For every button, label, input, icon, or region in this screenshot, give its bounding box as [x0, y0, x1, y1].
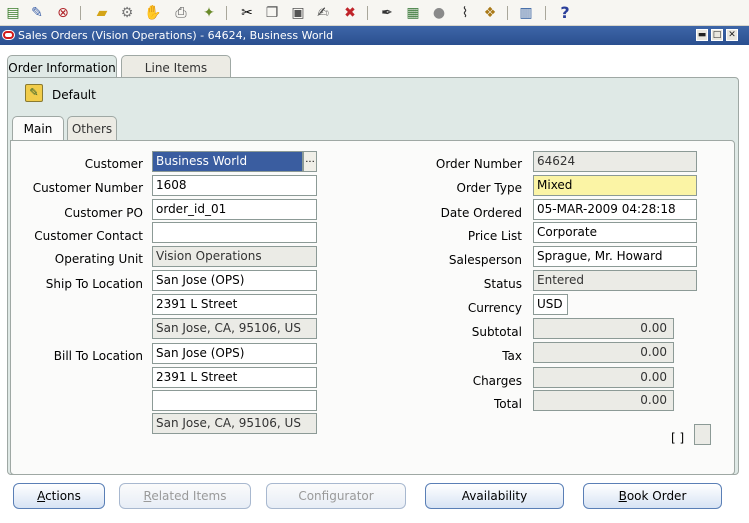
bill-to-location-label: Bill To Location [53, 349, 143, 363]
customer-po-field[interactable]: order_id_01 [152, 199, 317, 220]
stamp-icon[interactable]: ✦ [200, 4, 218, 22]
toolbar-separator [545, 6, 546, 20]
customer-contact-label: Customer Contact [34, 229, 143, 243]
related-items-label: elated Items [151, 489, 227, 503]
cut-icon[interactable]: ✂ [238, 4, 256, 22]
ship-to-address-line1[interactable]: 2391 L Street [152, 294, 317, 315]
configurator-label: Configurator [298, 489, 374, 503]
zoom-icon[interactable]: ✋ [144, 4, 162, 22]
salesperson-field[interactable]: Sprague, Mr. Howard [533, 246, 697, 267]
new-record-icon[interactable]: ▤ [4, 4, 22, 22]
bill-to-address-line1[interactable]: 2391 L Street [152, 367, 317, 388]
print-icon[interactable]: ⎙ [172, 4, 190, 22]
charges-field[interactable]: 0.00 [533, 367, 674, 388]
bill-to-address-line3[interactable]: San Jose, CA, 95106, US [152, 413, 317, 434]
customer-lov-button[interactable]: ... [303, 151, 317, 172]
customer-number-label: Customer Number [32, 181, 143, 195]
copy-icon[interactable]: ❐ [263, 4, 281, 22]
customer-field[interactable]: Business World [152, 151, 303, 172]
bill-to-address-line2[interactable] [152, 390, 317, 411]
default-folder-icon[interactable]: ✎ [25, 84, 43, 102]
date-ordered-label: Date Ordered [440, 206, 522, 220]
help-icon[interactable]: ? [556, 4, 574, 22]
flexfield-field[interactable] [694, 424, 711, 445]
currency-label: Currency [467, 301, 522, 315]
actions-label: ctions [45, 489, 81, 503]
edit-icon[interactable]: ✎ [28, 4, 46, 22]
customer-label: Customer [84, 157, 143, 171]
pen-icon[interactable]: ✒ [378, 4, 396, 22]
open-folder-icon[interactable]: ▰ [93, 4, 111, 22]
book-order-button[interactable]: Book Order [583, 483, 722, 509]
minimize-button[interactable]: ▬ [696, 29, 708, 41]
order-type-field[interactable]: Mixed [533, 175, 697, 196]
default-label: Default [52, 88, 96, 102]
translate-icon[interactable]: ❖ [481, 4, 499, 22]
customer-contact-field[interactable] [152, 222, 317, 243]
total-label: Total [493, 397, 522, 411]
form-icon[interactable]: ▦ [404, 4, 422, 22]
availability-button[interactable]: Availability [425, 483, 564, 509]
related-items-button[interactable]: Related Items [119, 483, 251, 509]
price-list-label: Price List [467, 229, 522, 243]
tax-field[interactable]: 0.00 [533, 342, 674, 363]
order-number-field[interactable]: 64624 [533, 151, 697, 172]
subtotal-label: Subtotal [471, 325, 522, 339]
total-field[interactable]: 0.00 [533, 390, 674, 411]
toolbar-separator [80, 6, 81, 20]
tab-order-information[interactable]: Order Information [7, 55, 117, 78]
ship-to-address-line2[interactable]: San Jose, CA, 95106, US [152, 318, 317, 339]
toolbar-separator [226, 6, 227, 20]
configurator-button[interactable]: Configurator [266, 483, 406, 509]
window-title: Sales Orders (Vision Operations) - 64624… [18, 29, 334, 42]
tab-others[interactable]: Others [67, 116, 117, 141]
delete-record-icon[interactable]: ✖ [341, 4, 359, 22]
order-number-label: Order Number [435, 157, 522, 171]
ship-to-location-field[interactable]: San Jose (OPS) [152, 270, 317, 291]
bill-to-location-field[interactable]: San Jose (OPS) [152, 343, 317, 364]
customer-number-field[interactable]: 1608 [152, 175, 317, 196]
customer-po-label: Customer PO [64, 206, 143, 220]
paperclip-icon[interactable]: ⌇ [456, 4, 474, 22]
subtotal-field[interactable]: 0.00 [533, 318, 674, 339]
operating-unit-label: Operating Unit [54, 252, 143, 266]
folder-tools-icon[interactable]: ▥ [517, 4, 535, 22]
book-order-mnemonic: B [618, 489, 627, 503]
tab-main[interactable]: Main [12, 116, 64, 141]
status-field[interactable]: Entered [533, 270, 697, 291]
window-title-bar[interactable]: Sales Orders (Vision Operations) - 64624… [0, 26, 749, 45]
availability-label: Availability [461, 489, 528, 503]
ship-to-location-label: Ship To Location [45, 277, 143, 291]
currency-field[interactable]: USD [533, 294, 568, 315]
date-ordered-field[interactable]: 05-MAR-2009 04:28:18 [533, 199, 697, 220]
operating-unit-field[interactable]: Vision Operations [152, 246, 317, 267]
close-button[interactable]: ✕ [726, 29, 738, 41]
tax-label: Tax [502, 349, 522, 363]
navigator-icon[interactable]: ⚙ [118, 4, 136, 22]
attachment-ball-icon[interactable]: ● [430, 4, 448, 22]
salesperson-label: Salesperson [448, 253, 522, 267]
toolbar-separator [367, 6, 368, 20]
toolbar-separator [507, 6, 508, 20]
order-type-label: Order Type [456, 181, 522, 195]
charges-label: Charges [472, 374, 522, 388]
book-order-label: ook Order [626, 489, 687, 503]
toolbar: ▤ ✎ ⊗ ▰ ⚙ ✋ ⎙ ✦ ✂ ❐ ▣ ✍ ✖ ✒ ▦ ● ⌇ ❖ ▥ ? [0, 0, 749, 26]
oracle-logo-icon [2, 30, 15, 40]
paste-icon[interactable]: ▣ [289, 4, 307, 22]
clear-icon[interactable]: ⊗ [54, 4, 72, 22]
edit-field-icon[interactable]: ✍ [314, 4, 332, 22]
actions-mnemonic: A [37, 489, 46, 503]
price-list-field[interactable]: Corporate [533, 222, 697, 243]
actions-button[interactable]: Actions [13, 483, 105, 509]
flexfield-label: [ ] [671, 431, 685, 445]
maximize-button[interactable]: □ [711, 29, 723, 41]
status-label: Status [483, 277, 522, 291]
